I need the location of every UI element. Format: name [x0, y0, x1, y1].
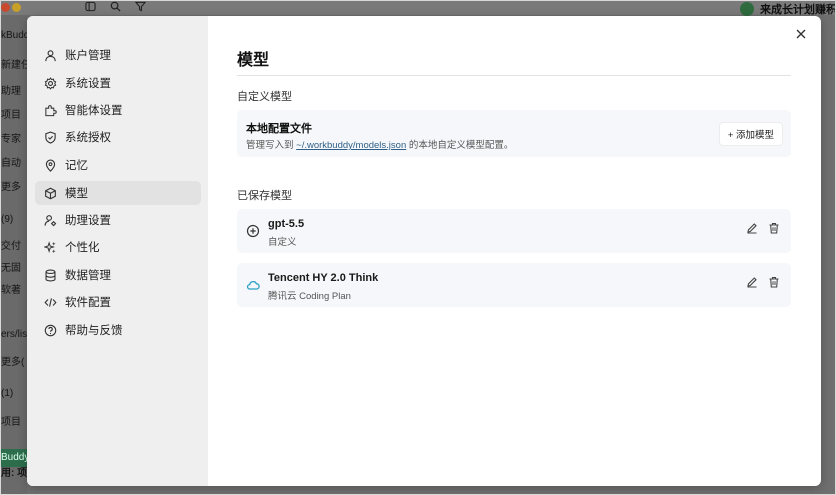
- sidebar-item-label: 软件配置: [65, 297, 111, 309]
- sidebar-item-label: 账户管理: [65, 50, 111, 62]
- model-provider: 自定义: [268, 237, 297, 248]
- local-config-desc-prefix: 管理写入到: [246, 140, 297, 151]
- background-sidebar: kBudd 新建任 助理 项目 专家 自动 更多 (9) 交付 无固 软著 er…: [1, 15, 27, 494]
- add-model-button[interactable]: + 添加模型: [718, 122, 783, 146]
- divider: [237, 75, 791, 76]
- plus-circle-icon: [246, 224, 260, 238]
- settings-sidebar: 账户管理 系统设置 智能体设置 系统授权 记忆 模型 助理设置 个性化 数据管理…: [27, 16, 208, 486]
- shield-icon: [43, 130, 57, 144]
- edit-icon[interactable]: [746, 221, 759, 234]
- avatar: [740, 2, 754, 16]
- user-gear-icon: [43, 213, 57, 227]
- sidebar-item-label: 智能体设置: [65, 105, 123, 117]
- background-sidebar-item: ers/lis: [1, 329, 27, 340]
- sidebar-item-agent-settings[interactable]: 智能体设置: [35, 98, 201, 122]
- background-sidebar-item: (9): [1, 214, 14, 225]
- local-config-desc-suffix: 的本地自定义模型配置。: [406, 140, 514, 151]
- background-sidebar-item: 更多: [1, 182, 21, 193]
- local-config-card: 本地配置文件 管理写入到 ~/.workbuddy/models.json 的本…: [237, 110, 791, 157]
- settings-modal: 账户管理 系统设置 智能体设置 系统授权 记忆 模型 助理设置 个性化 数据管理…: [27, 16, 821, 486]
- saved-model-row[interactable]: gpt-5.5 自定义: [237, 209, 791, 253]
- cube-icon: [43, 186, 57, 200]
- code-icon: [43, 295, 57, 309]
- sidebar-toggle-icon[interactable]: [85, 1, 96, 15]
- sidebar-item-help-feedback[interactable]: 帮助与反馈: [35, 318, 201, 342]
- background-sidebar-item: 助理: [1, 86, 21, 97]
- sidebar-item-label: 系统授权: [65, 132, 111, 144]
- local-config-title: 本地配置文件: [246, 123, 312, 135]
- sparkle-icon: [43, 240, 57, 254]
- background-sidebar-item: 新建任: [1, 60, 27, 71]
- sidebar-item-label: 数据管理: [65, 270, 111, 282]
- saved-model-row[interactable]: Tencent HY 2.0 Think 腾讯云 Coding Plan: [237, 263, 791, 307]
- sidebar-item-system-authorization[interactable]: 系统授权: [35, 125, 201, 149]
- background-sidebar-item: 自动: [1, 158, 21, 169]
- close-window-dot[interactable]: [1, 3, 10, 12]
- sidebar-item-label: 帮助与反馈: [65, 325, 123, 337]
- background-sidebar-item: 更多(: [1, 357, 25, 368]
- close-icon: [796, 26, 806, 44]
- screenshot-frame: 来成长计划赚积 kBudd 新建任 助理 项目 专家 自动 更多 (9) 交付 …: [0, 0, 836, 495]
- help-circle-icon: [43, 323, 57, 337]
- filter-icon[interactable]: [134, 1, 147, 15]
- location-pin-icon: [43, 158, 57, 172]
- sidebar-item-label: 助理设置: [65, 215, 111, 227]
- model-name: gpt-5.5: [268, 218, 305, 230]
- gear-icon: [43, 76, 57, 90]
- background-titlebar: 来成长计划赚积: [1, 1, 836, 17]
- background-sidebar-item: 用: 项: [1, 468, 27, 479]
- background-sidebar-item: 软著: [1, 285, 21, 296]
- background-sidebar-item: 专家: [1, 134, 21, 145]
- trash-icon[interactable]: [768, 275, 781, 288]
- minimize-window-dot[interactable]: [12, 3, 21, 12]
- sidebar-item-memory[interactable]: 记忆: [35, 153, 201, 177]
- sidebar-item-system-settings[interactable]: 系统设置: [35, 71, 201, 95]
- trash-icon[interactable]: [768, 221, 781, 234]
- sidebar-item-label: 系统设置: [65, 78, 111, 90]
- user-name: 来成长计划赚积: [760, 4, 836, 16]
- settings-content: 模型 自定义模型 本地配置文件 管理写入到 ~/.workbuddy/model…: [237, 16, 791, 486]
- sidebar-item-label: 模型: [65, 188, 88, 200]
- sidebar-item-label: 记忆: [65, 160, 88, 172]
- database-icon: [43, 268, 57, 282]
- edit-icon[interactable]: [746, 275, 759, 288]
- sidebar-item-data-management[interactable]: 数据管理: [35, 263, 201, 287]
- model-provider: 腾讯云 Coding Plan: [268, 291, 351, 302]
- background-sidebar-item: 无固: [1, 263, 21, 274]
- background-sidebar-item: 项目: [1, 417, 21, 428]
- section-label-saved-models: 已保存模型: [237, 190, 292, 202]
- cloud-icon: [246, 278, 260, 292]
- background-sidebar-item: kBudd: [1, 30, 27, 41]
- background-sidebar-item: (1): [1, 388, 14, 399]
- background-user[interactable]: 来成长计划赚积: [740, 1, 836, 17]
- sidebar-item-software-config[interactable]: 软件配置: [35, 290, 201, 314]
- background-toolbar: [85, 1, 147, 15]
- background-sidebar-item: 项目: [1, 110, 21, 121]
- sidebar-item-label: 个性化: [65, 242, 100, 254]
- sidebar-item-account[interactable]: 账户管理: [35, 43, 201, 67]
- sidebar-item-assistant-settings[interactable]: 助理设置: [35, 208, 201, 232]
- local-config-description: 管理写入到 ~/.workbuddy/models.json 的本地自定义模型配…: [246, 137, 513, 151]
- user-icon: [43, 48, 57, 62]
- page-title: 模型: [237, 52, 270, 69]
- puzzle-icon: [43, 103, 57, 117]
- sidebar-item-models[interactable]: 模型: [35, 181, 201, 205]
- model-name: Tencent HY 2.0 Think: [268, 272, 379, 284]
- models-json-link[interactable]: ~/.workbuddy/models.json: [296, 140, 406, 151]
- close-button[interactable]: [794, 28, 808, 42]
- search-icon[interactable]: [110, 1, 121, 15]
- background-sidebar-item: 交付: [1, 241, 21, 252]
- section-label-custom-models: 自定义模型: [237, 91, 292, 103]
- sidebar-item-personalization[interactable]: 个性化: [35, 235, 201, 259]
